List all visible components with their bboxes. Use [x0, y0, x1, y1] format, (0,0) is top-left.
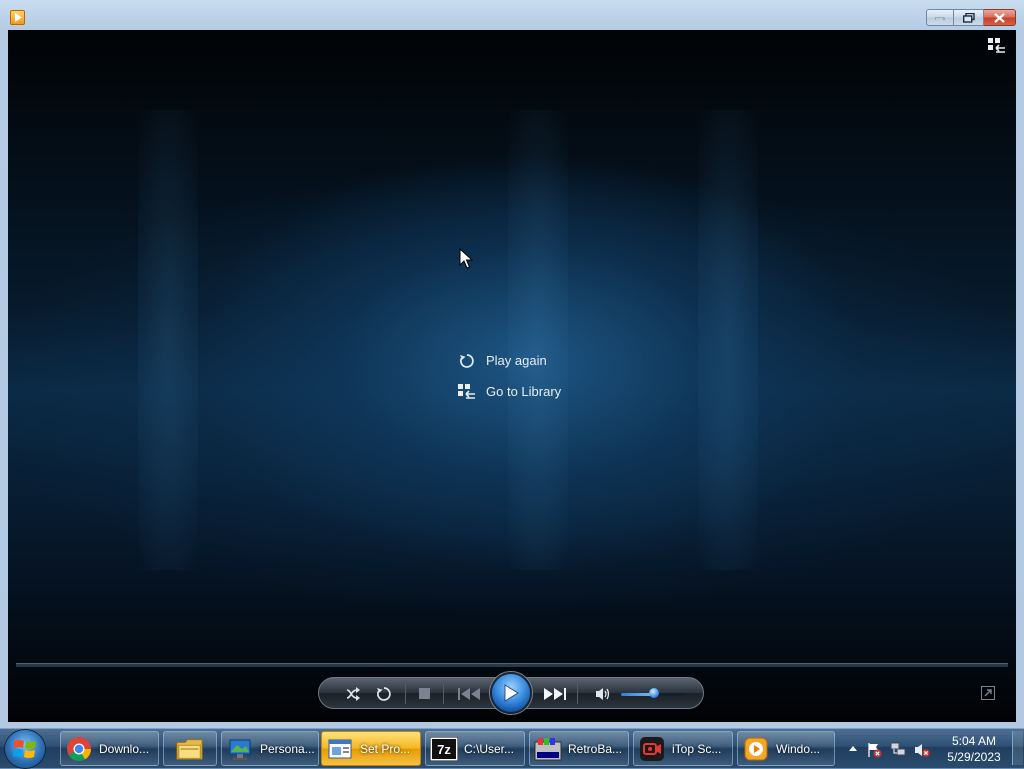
clock-time: 5:04 AM	[951, 734, 997, 748]
show-desktop-button[interactable]	[1012, 731, 1023, 765]
mute-button[interactable]	[595, 686, 611, 702]
window-controls	[926, 9, 1016, 27]
close-icon	[994, 12, 1005, 23]
shuffle-icon	[346, 687, 360, 701]
taskbar-item-retrobar[interactable]: RetroBa...	[529, 731, 629, 766]
taskbar: Downlo... Persona... Set Pro... 7z C:\Us…	[0, 728, 1024, 768]
taskbar-item-label: iTop Sc...	[672, 741, 722, 756]
play-button[interactable]	[490, 672, 532, 714]
taskbar-item-media-player[interactable]: Windo...	[737, 731, 835, 766]
previous-icon	[458, 688, 480, 700]
maximize-button[interactable]	[954, 9, 984, 26]
taskbar-item-chrome[interactable]: Downlo...	[60, 731, 159, 766]
light-beam	[698, 110, 758, 570]
shuffle-button[interactable]	[345, 686, 361, 702]
minimize-icon	[935, 17, 945, 20]
taskbar-item-label: Set Pro...	[360, 741, 411, 756]
taskbar-item-label: RetroBa...	[568, 741, 623, 756]
7zip-icon: 7z	[430, 735, 458, 763]
taskbar-item-explorer[interactable]	[163, 731, 217, 766]
taskbar-item-label: Windo...	[776, 741, 821, 756]
windows-logo-icon	[13, 740, 36, 758]
playback-controls	[318, 672, 704, 714]
go-to-library-label: Go to Library	[486, 384, 562, 399]
network-icon[interactable]	[890, 742, 906, 758]
windows-media-player-icon	[742, 735, 770, 763]
repeat-icon	[377, 687, 391, 701]
separator	[443, 684, 444, 704]
separator	[577, 684, 578, 704]
switch-to-library-button[interactable]	[988, 38, 1006, 54]
taskbar-item-label: C:\User...	[464, 741, 515, 756]
previous-button[interactable]	[457, 684, 485, 704]
title-bar[interactable]	[0, 0, 1024, 30]
itop-screen-recorder-icon	[638, 735, 666, 763]
stop-button[interactable]	[417, 686, 433, 702]
play-icon	[504, 684, 519, 702]
chrome-icon	[65, 735, 93, 763]
switch-to-library-icon	[988, 38, 1005, 53]
minimize-button[interactable]	[926, 9, 954, 26]
set-program-icon	[326, 735, 354, 763]
volume-muted-icon[interactable]	[914, 742, 930, 758]
replay-icon	[458, 352, 476, 370]
folder-icon	[176, 735, 204, 763]
light-beam	[138, 110, 198, 570]
taskbar-item-set-program[interactable]: Set Pro...	[321, 731, 421, 766]
close-button[interactable]	[984, 9, 1016, 26]
light-beam	[508, 110, 568, 570]
action-center-icon[interactable]	[866, 742, 882, 758]
retrobar-icon	[534, 735, 562, 763]
stop-icon	[419, 688, 430, 699]
repeat-button[interactable]	[376, 686, 392, 702]
mouse-cursor-icon	[459, 248, 473, 269]
taskbar-item-label: Persona...	[260, 741, 315, 756]
go-to-library-link[interactable]: Go to Library	[458, 376, 561, 407]
separator	[405, 684, 406, 704]
clock-date: 5/29/2023	[947, 750, 1001, 764]
media-player-icon[interactable]	[10, 10, 25, 25]
fullscreen-button[interactable]	[981, 686, 995, 700]
start-button[interactable]	[5, 730, 45, 768]
now-playing-area[interactable]: Play again Go to Library	[8, 30, 1016, 722]
play-again-link[interactable]: Play again	[458, 345, 561, 376]
volume-slider[interactable]	[621, 688, 685, 698]
end-of-playback-menu: Play again Go to Library	[458, 345, 561, 407]
taskbar-item-7zip[interactable]: 7z C:\User...	[425, 731, 525, 766]
speaker-icon	[596, 688, 610, 700]
library-icon	[458, 383, 476, 401]
next-button[interactable]	[541, 684, 571, 704]
media-player-window: Play again Go to Library	[0, 0, 1024, 728]
fullscreen-icon	[981, 686, 995, 700]
play-again-label: Play again	[486, 353, 547, 368]
taskbar-item-itop[interactable]: iTop Sc...	[633, 731, 733, 766]
svg-text:7z: 7z	[437, 742, 451, 757]
volume-thumb[interactable]	[649, 688, 660, 698]
clock[interactable]: 5:04 AM 5/29/2023	[940, 733, 1008, 765]
seek-bar[interactable]	[16, 663, 1008, 667]
taskbar-item-personalization[interactable]: Persona...	[221, 731, 319, 766]
personalization-icon	[226, 735, 254, 763]
taskbar-item-label: Downlo...	[99, 741, 150, 756]
maximize-icon	[962, 12, 975, 23]
next-icon	[544, 688, 566, 700]
show-hidden-icons-icon[interactable]	[848, 744, 858, 752]
